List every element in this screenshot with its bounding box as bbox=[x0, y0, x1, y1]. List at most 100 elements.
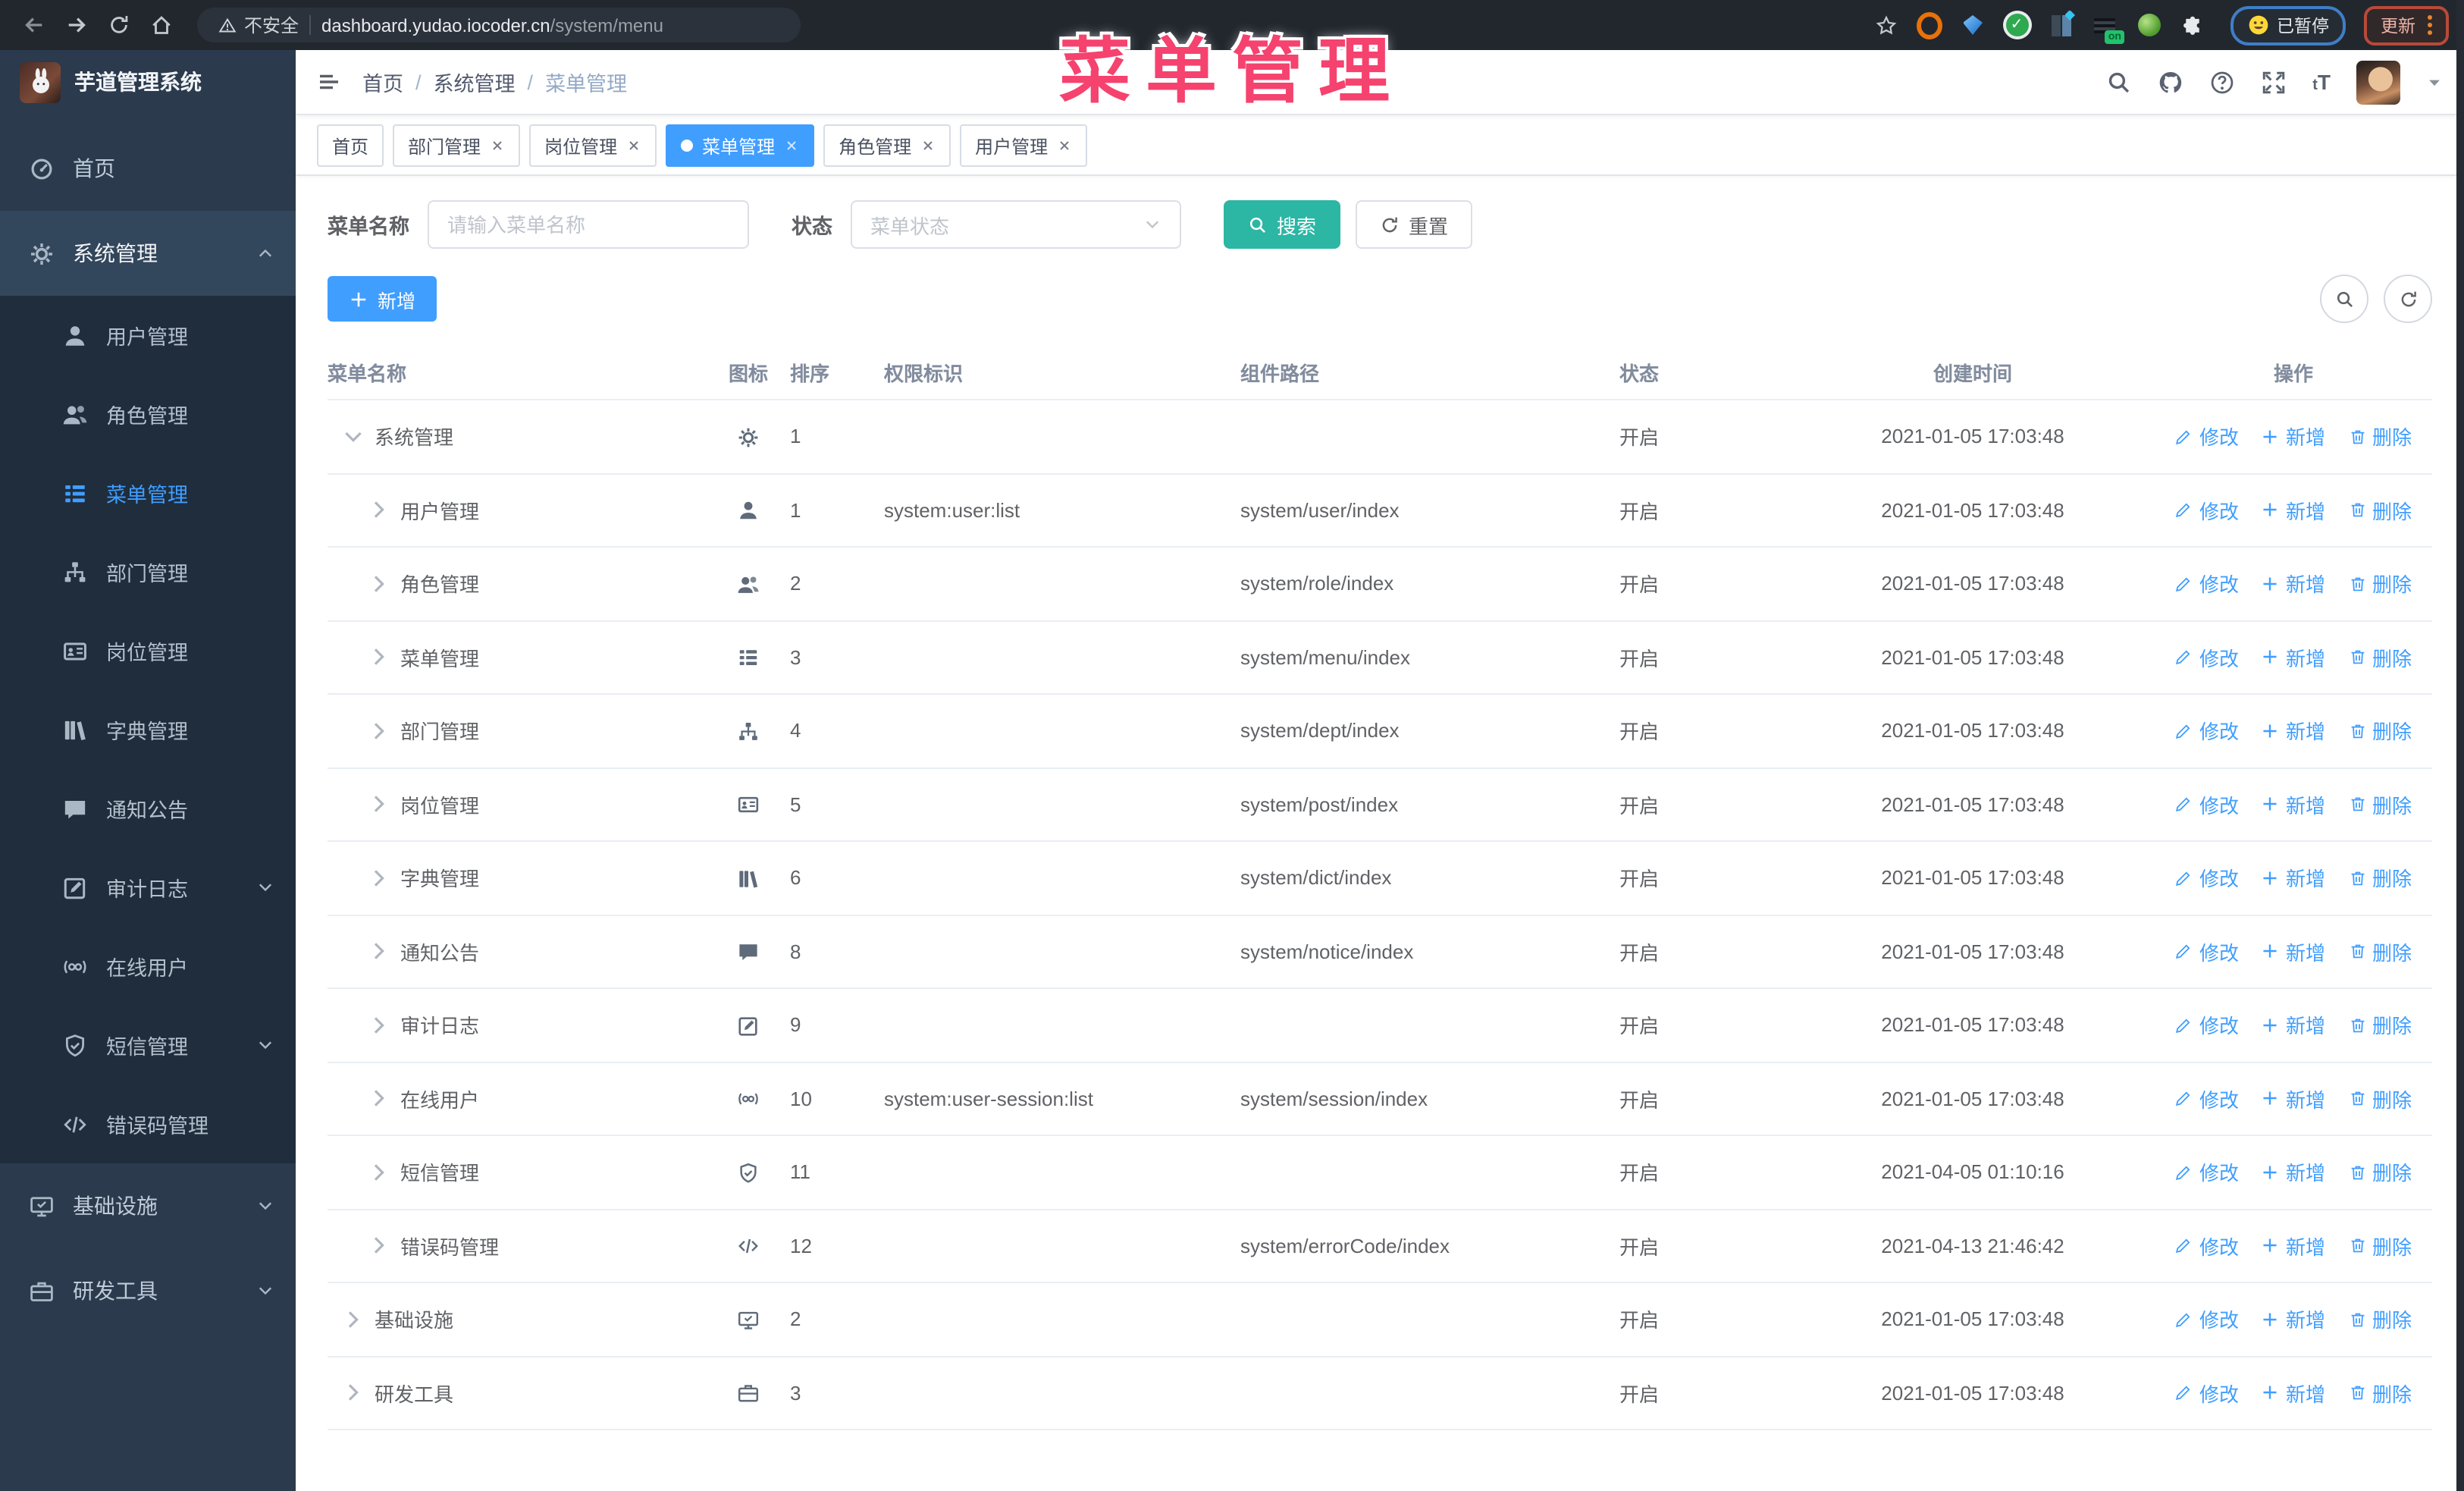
sidebar-item[interactable]: 通知公告 bbox=[0, 769, 296, 848]
sidebar-item[interactable]: 在线用户 bbox=[0, 927, 296, 1006]
edit-action[interactable]: 修改 bbox=[2175, 1158, 2239, 1187]
add-action[interactable]: 新增 bbox=[2262, 1158, 2325, 1187]
tab[interactable]: 菜单管理 bbox=[666, 124, 815, 167]
avatar-caret-icon[interactable] bbox=[2426, 74, 2443, 90]
menu-name-input[interactable] bbox=[428, 200, 749, 249]
edit-action[interactable]: 修改 bbox=[2175, 790, 2239, 819]
tab[interactable]: 角色管理 bbox=[823, 124, 951, 167]
delete-action[interactable]: 删除 bbox=[2348, 1085, 2412, 1113]
search-button[interactable]: 搜索 bbox=[1224, 200, 1341, 249]
sidebar-item[interactable]: 错误码管理 bbox=[0, 1085, 296, 1163]
security-warning[interactable]: 不安全 bbox=[218, 12, 299, 38]
fullscreen-icon[interactable] bbox=[2261, 69, 2287, 95]
sidebar-item[interactable]: 岗位管理 bbox=[0, 611, 296, 690]
extension-icon-gem[interactable] bbox=[1960, 12, 1986, 38]
delete-action[interactable]: 删除 bbox=[2348, 570, 2412, 598]
delete-action[interactable]: 删除 bbox=[2348, 1158, 2412, 1187]
edit-action[interactable]: 修改 bbox=[2175, 1085, 2239, 1113]
edit-action[interactable]: 修改 bbox=[2175, 496, 2239, 525]
delete-action[interactable]: 删除 bbox=[2348, 496, 2412, 525]
edit-action[interactable]: 修改 bbox=[2175, 1011, 2239, 1040]
font-size-icon[interactable]: tT bbox=[2312, 70, 2331, 94]
browser-back-icon[interactable] bbox=[15, 7, 52, 43]
extension-icon-ring[interactable] bbox=[1916, 11, 1942, 39]
add-action[interactable]: 新增 bbox=[2262, 643, 2325, 672]
help-icon[interactable] bbox=[2209, 69, 2235, 95]
breadcrumb-system[interactable]: 系统管理 bbox=[434, 67, 516, 97]
tab[interactable]: 岗位管理 bbox=[529, 124, 657, 167]
edit-action[interactable]: 修改 bbox=[2175, 1232, 2239, 1260]
close-icon[interactable] bbox=[490, 138, 505, 153]
browser-reload-icon[interactable] bbox=[100, 7, 136, 43]
toggle-search-button[interactable] bbox=[2320, 275, 2368, 323]
delete-action[interactable]: 删除 bbox=[2348, 790, 2412, 819]
extension-icon-check[interactable]: ✓ bbox=[2004, 12, 2030, 38]
close-icon[interactable] bbox=[920, 138, 936, 153]
delete-action[interactable]: 删除 bbox=[2348, 1232, 2412, 1260]
close-icon[interactable] bbox=[1057, 138, 1072, 153]
add-action[interactable]: 新增 bbox=[2262, 496, 2325, 525]
browser-home-icon[interactable] bbox=[143, 7, 179, 43]
edit-action[interactable]: 修改 bbox=[2175, 1379, 2239, 1408]
github-icon[interactable] bbox=[2158, 69, 2183, 95]
add-action[interactable]: 新增 bbox=[2262, 1305, 2325, 1334]
tab[interactable]: 用户管理 bbox=[960, 124, 1088, 167]
breadcrumb-home[interactable]: 首页 bbox=[362, 67, 403, 97]
add-action[interactable]: 新增 bbox=[2262, 570, 2325, 598]
expand-arrow-icon[interactable] bbox=[367, 645, 391, 670]
delete-action[interactable]: 删除 bbox=[2348, 937, 2412, 966]
edit-action[interactable]: 修改 bbox=[2175, 864, 2239, 893]
extensions-puzzle-icon[interactable] bbox=[2180, 12, 2205, 38]
expand-arrow-icon[interactable] bbox=[367, 498, 391, 523]
extension-icon-animal[interactable] bbox=[2136, 12, 2161, 38]
edit-action[interactable]: 修改 bbox=[2175, 1305, 2239, 1334]
delete-action[interactable]: 删除 bbox=[2348, 1379, 2412, 1408]
delete-action[interactable]: 删除 bbox=[2348, 717, 2412, 746]
expand-arrow-icon[interactable] bbox=[367, 572, 391, 596]
add-action[interactable]: 新增 bbox=[2262, 790, 2325, 819]
sidebar-item[interactable]: 研发工具 bbox=[0, 1248, 296, 1333]
expand-arrow-icon[interactable] bbox=[367, 1013, 391, 1037]
address-bar[interactable]: 不安全 dashboard.yudao.iocoder.cn/system/me… bbox=[197, 8, 801, 42]
bookmark-star-icon[interactable] bbox=[1867, 7, 1904, 43]
delete-action[interactable]: 删除 bbox=[2348, 422, 2412, 451]
close-icon[interactable] bbox=[626, 138, 641, 153]
add-action[interactable]: 新增 bbox=[2262, 1085, 2325, 1113]
add-action[interactable]: 新增 bbox=[2262, 422, 2325, 451]
sidebar-item[interactable]: 基础设施 bbox=[0, 1163, 296, 1248]
delete-action[interactable]: 删除 bbox=[2348, 1305, 2412, 1334]
header-search-icon[interactable] bbox=[2106, 69, 2132, 95]
status-select[interactable]: 菜单状态 bbox=[851, 200, 1181, 249]
sidebar-item[interactable]: 系统管理 bbox=[0, 211, 296, 296]
sidebar-item[interactable]: 首页 bbox=[0, 126, 296, 211]
edit-action[interactable]: 修改 bbox=[2175, 937, 2239, 966]
hamburger-icon[interactable] bbox=[317, 70, 341, 94]
add-button[interactable]: 新增 bbox=[328, 276, 437, 322]
sidebar-item[interactable]: 角色管理 bbox=[0, 375, 296, 454]
close-icon[interactable] bbox=[784, 138, 799, 153]
expand-arrow-icon[interactable] bbox=[367, 1087, 391, 1111]
user-avatar[interactable] bbox=[2356, 60, 2400, 104]
window-scrollbar-edge[interactable] bbox=[2456, 0, 2464, 1491]
delete-action[interactable]: 删除 bbox=[2348, 1011, 2412, 1040]
extension-icon-onbadge[interactable] bbox=[2092, 12, 2124, 43]
expand-arrow-icon[interactable] bbox=[367, 1160, 391, 1185]
add-action[interactable]: 新增 bbox=[2262, 937, 2325, 966]
expand-arrow-icon[interactable] bbox=[367, 793, 391, 817]
expand-arrow-icon[interactable] bbox=[367, 719, 391, 743]
sidebar-item[interactable]: 菜单管理 bbox=[0, 454, 296, 532]
delete-action[interactable]: 删除 bbox=[2348, 864, 2412, 893]
edit-action[interactable]: 修改 bbox=[2175, 717, 2239, 746]
reset-button[interactable]: 重置 bbox=[1356, 200, 1473, 249]
expand-arrow-icon[interactable] bbox=[367, 940, 391, 964]
add-action[interactable]: 新增 bbox=[2262, 1011, 2325, 1040]
edit-action[interactable]: 修改 bbox=[2175, 643, 2239, 672]
profile-paused-badge[interactable]: 已暂停 bbox=[2230, 5, 2346, 45]
extension-icon-split[interactable] bbox=[2048, 12, 2074, 38]
expand-arrow-icon[interactable] bbox=[341, 425, 365, 449]
add-action[interactable]: 新增 bbox=[2262, 1379, 2325, 1408]
refresh-table-button[interactable] bbox=[2384, 275, 2432, 323]
edit-action[interactable]: 修改 bbox=[2175, 570, 2239, 598]
tab[interactable]: 部门管理 bbox=[393, 124, 521, 167]
add-action[interactable]: 新增 bbox=[2262, 717, 2325, 746]
